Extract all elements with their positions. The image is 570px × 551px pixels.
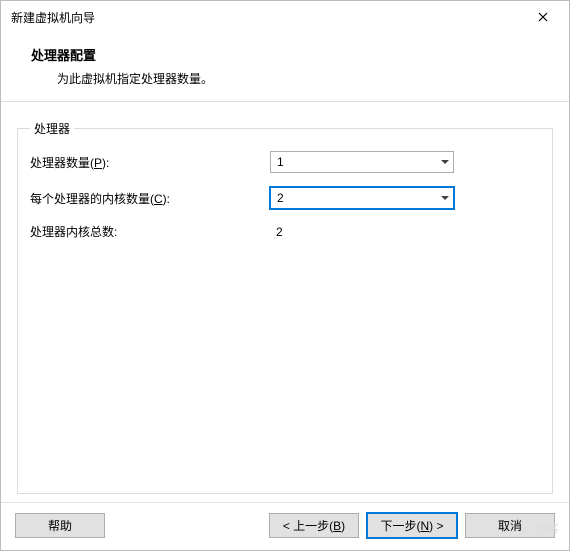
help-button[interactable]: 帮助 — [15, 513, 105, 538]
total-value: 2 — [270, 225, 283, 239]
chevron-down-icon — [441, 160, 449, 164]
processors-value: 1 — [277, 155, 284, 169]
close-icon — [538, 12, 548, 22]
processors-label: 处理器数量(P): — [30, 154, 270, 171]
cores-value: 2 — [277, 191, 284, 205]
wizard-header: 处理器配置 为此虚拟机指定处理器数量。 — [1, 31, 569, 102]
footer: 帮助 < 上一步(B) 下一步(N) > 取消 — [1, 502, 569, 550]
total-label: 处理器内核总数: — [30, 223, 270, 240]
titlebar: 新建虚拟机向导 — [1, 1, 569, 31]
group-legend: 处理器 — [30, 120, 74, 137]
cores-select[interactable]: 2 — [270, 187, 454, 209]
page-title: 处理器配置 — [31, 45, 553, 64]
processor-group: 处理器 处理器数量(P): 1 每个处理器的内核数量(C): 2 处理器内核总数… — [17, 120, 553, 494]
processors-select[interactable]: 1 — [270, 151, 454, 173]
row-cores: 每个处理器的内核数量(C): 2 — [30, 187, 540, 209]
next-button[interactable]: 下一步(N) > — [367, 513, 457, 538]
chevron-down-icon — [441, 196, 449, 200]
page-subtitle: 为此虚拟机指定处理器数量。 — [31, 70, 553, 87]
cancel-button[interactable]: 取消 — [465, 513, 555, 538]
row-processors: 处理器数量(P): 1 — [30, 151, 540, 173]
row-total: 处理器内核总数: 2 — [30, 223, 540, 240]
cores-label: 每个处理器的内核数量(C): — [30, 190, 270, 207]
close-button[interactable] — [529, 7, 557, 27]
window-title: 新建虚拟机向导 — [11, 9, 95, 26]
content-area: 处理器 处理器数量(P): 1 每个处理器的内核数量(C): 2 处理器内核总数… — [1, 102, 569, 502]
back-button[interactable]: < 上一步(B) — [269, 513, 359, 538]
